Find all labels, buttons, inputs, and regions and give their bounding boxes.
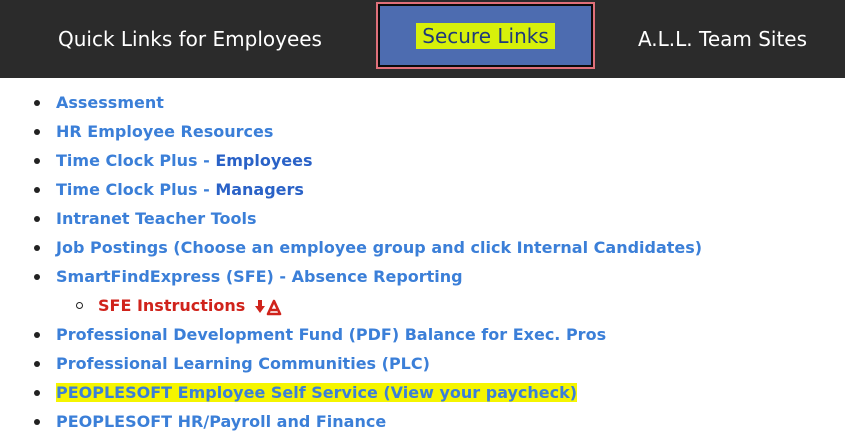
list-item: PEOPLESOFT Employee Self Service (View y… [0, 378, 702, 407]
list-item: HR Employee Resources [0, 117, 702, 146]
secure-links-list: Assessment HR Employee Resources Time Cl… [0, 88, 702, 436]
tab-team-sites-label: A.L.L. Team Sites [637, 27, 808, 51]
link-time-clock-employees[interactable]: Time Clock Plus - Employees [56, 151, 313, 170]
list-item: Time Clock Plus - Managers [0, 175, 702, 204]
link-hr-resources[interactable]: HR Employee Resources [56, 122, 273, 141]
tab-secure-links[interactable]: Secure Links [376, 2, 595, 69]
list-item: Intranet Teacher Tools [0, 204, 702, 233]
list-item: Professional Learning Communities (PLC) [0, 349, 702, 378]
tab-secure-links-label: Secure Links [416, 22, 555, 49]
link-assessment[interactable]: Assessment [56, 93, 164, 112]
link-teacher-tools[interactable]: Intranet Teacher Tools [56, 209, 257, 228]
tab-quick-links-label: Quick Links for Employees [58, 27, 322, 51]
tab-quick-links[interactable]: Quick Links for Employees [0, 0, 380, 78]
adobe-pdf-download-icon[interactable] [254, 298, 285, 316]
link-emphasis: Managers [215, 180, 304, 199]
link-peoplesoft-self-service[interactable]: PEOPLESOFT Employee Self Service (View y… [56, 383, 578, 402]
list-item: Time Clock Plus - Employees [0, 146, 702, 175]
link-time-clock-managers[interactable]: Time Clock Plus - Managers [56, 180, 304, 199]
link-pdf-balance[interactable]: Professional Development Fund (PDF) Bala… [56, 325, 606, 344]
link-emphasis: Employees [215, 151, 313, 170]
link-sfe-instructions[interactable]: SFE Instructions [98, 296, 245, 315]
list-item: Assessment [0, 88, 702, 117]
list-item: SmartFindExpress (SFE) - Absence Reporti… [0, 262, 702, 291]
link-prefix: Time Clock Plus - [56, 151, 216, 170]
tab-bar: Quick Links for Employees Secure Links A… [0, 0, 845, 78]
link-peoplesoft-hr-payroll[interactable]: PEOPLESOFT HR/Payroll and Finance [56, 412, 386, 431]
sub-list-item: SFE Instructions [0, 291, 702, 320]
tab-team-sites[interactable]: A.L.L. Team Sites [600, 0, 845, 78]
list-item: Job Postings (Choose an employee group a… [0, 233, 702, 262]
list-item: Professional Development Fund (PDF) Bala… [0, 320, 702, 349]
link-job-postings[interactable]: Job Postings (Choose an employee group a… [56, 238, 702, 257]
link-smartfind[interactable]: SmartFindExpress (SFE) - Absence Reporti… [56, 267, 463, 286]
link-plc[interactable]: Professional Learning Communities (PLC) [56, 354, 430, 373]
link-prefix: Time Clock Plus - [56, 180, 216, 199]
list-item: PEOPLESOFT HR/Payroll and Finance [0, 407, 702, 436]
